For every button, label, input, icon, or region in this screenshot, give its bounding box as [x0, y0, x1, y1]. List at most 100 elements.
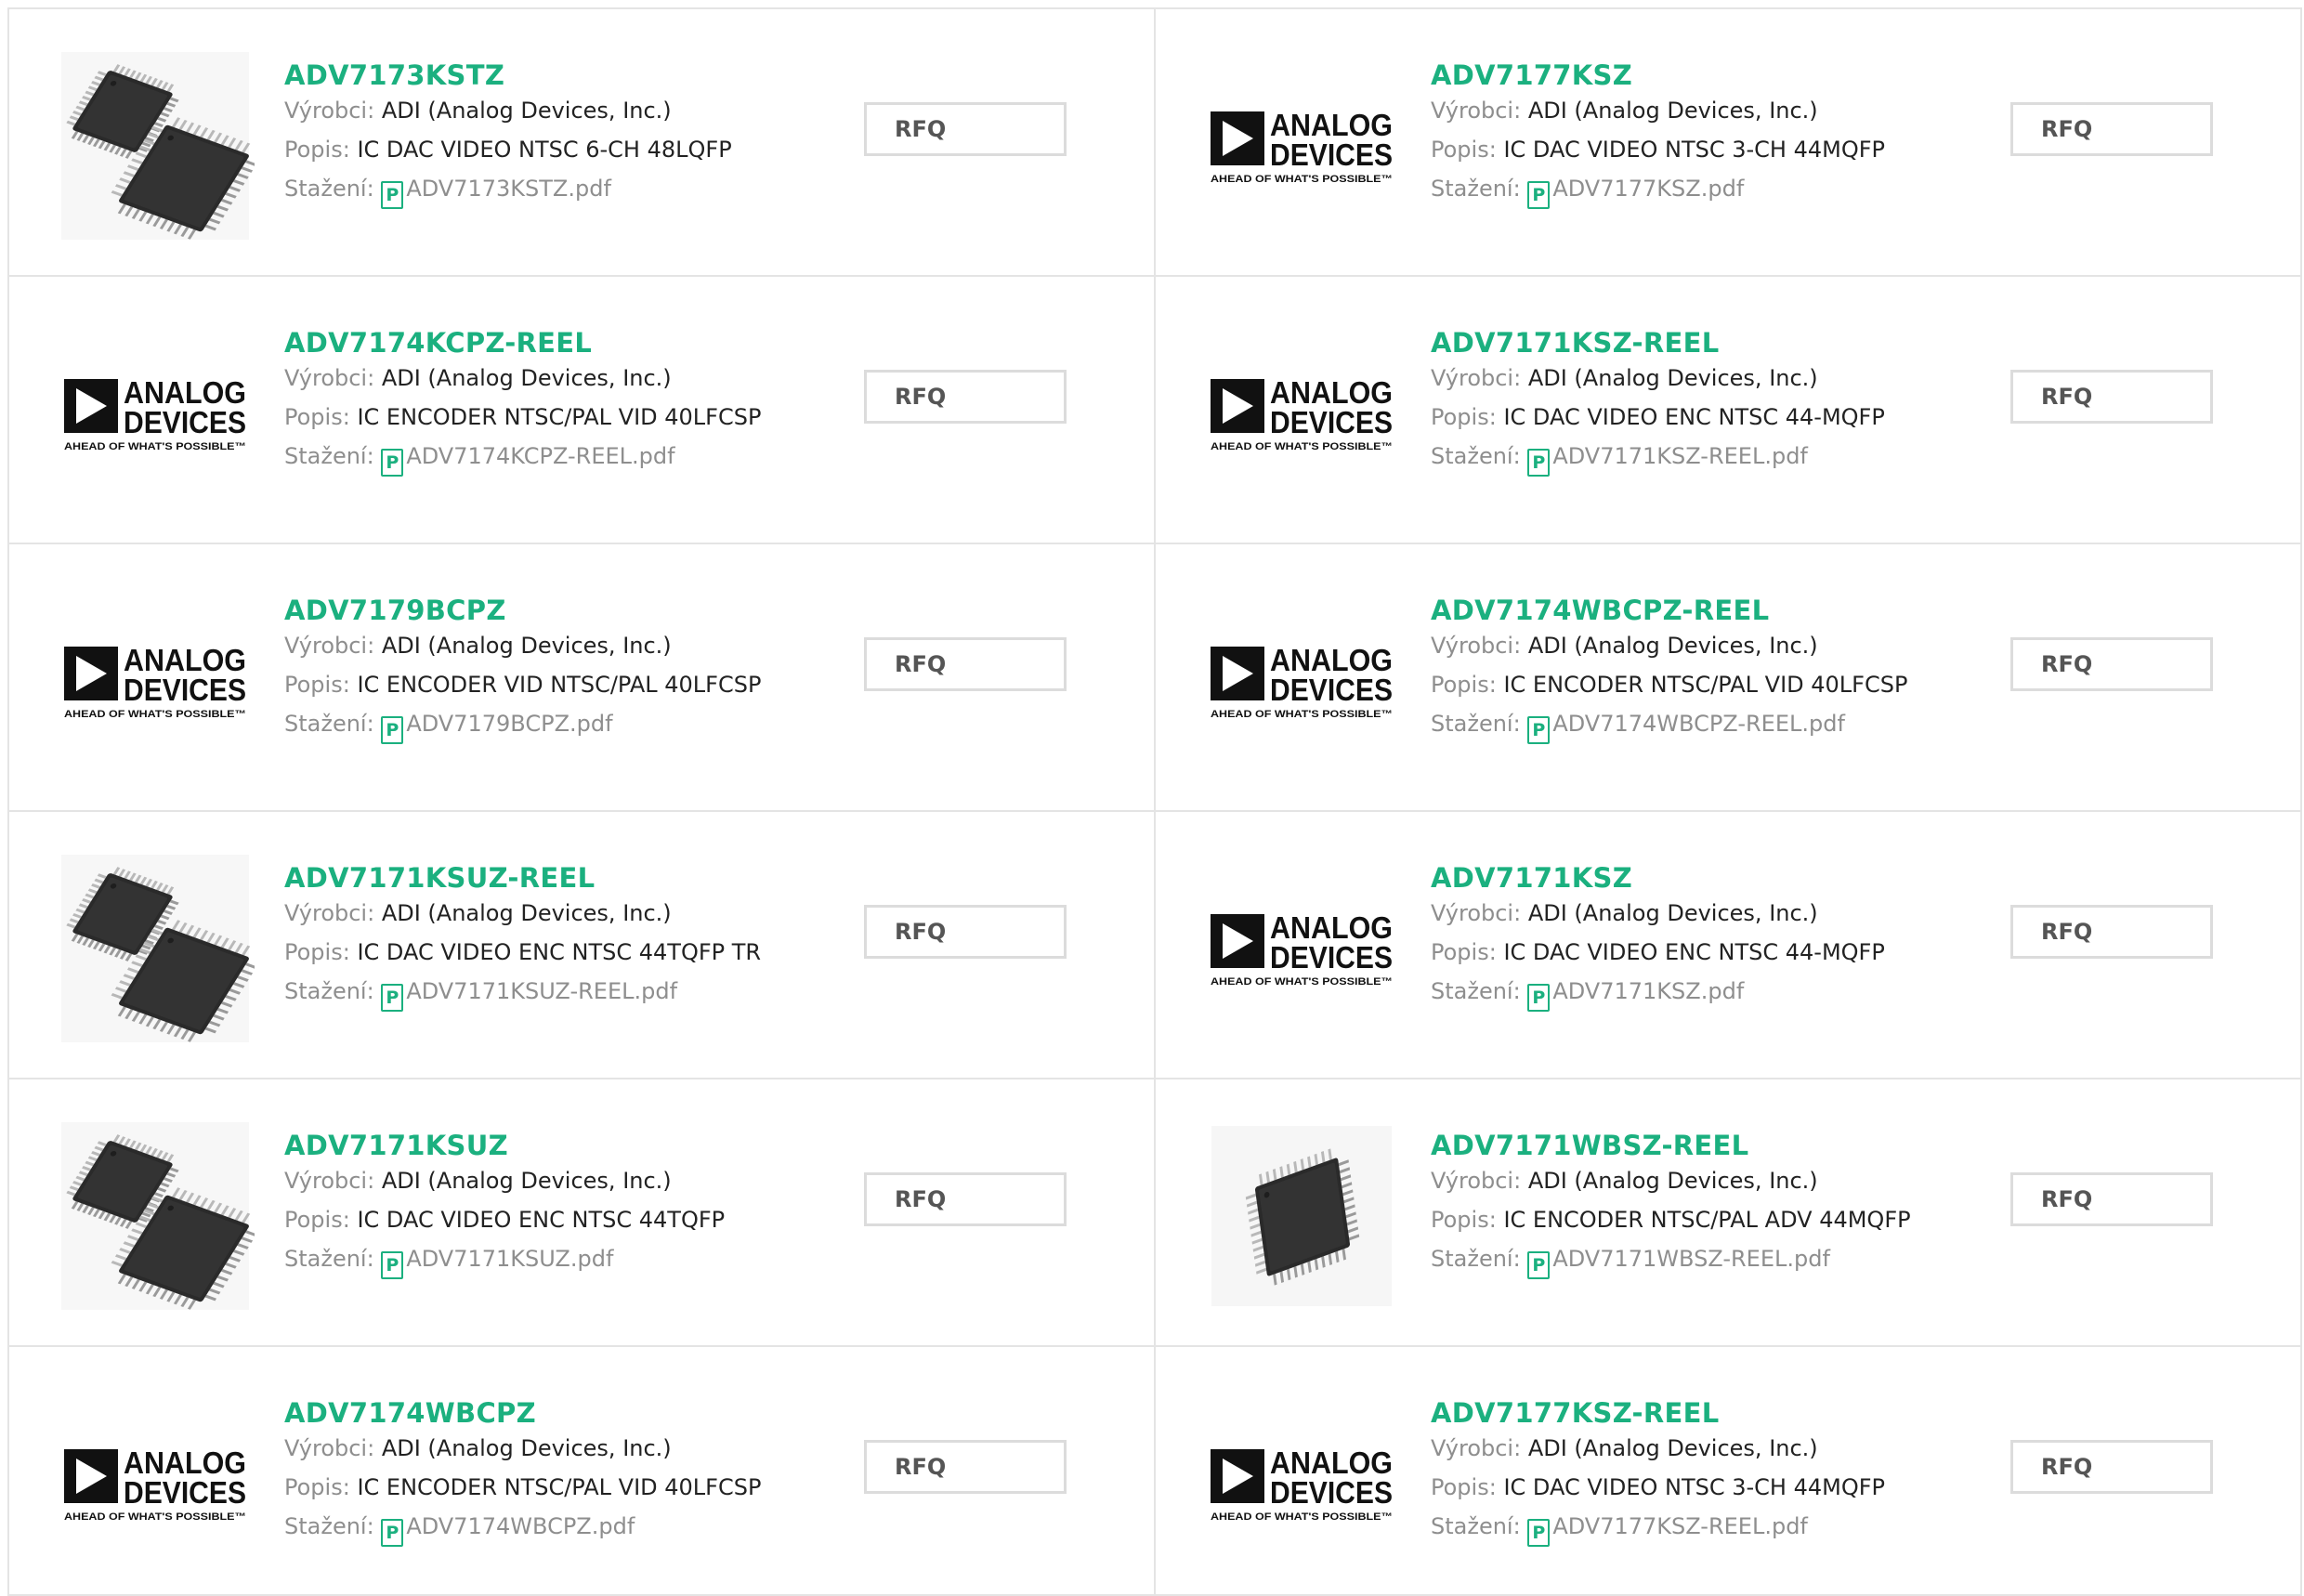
product-image[interactable] — [56, 46, 255, 245]
datasheet-link[interactable]: P ADV7171KSUZ-REEL.pdf — [381, 978, 677, 1012]
pdf-icon: P — [381, 1251, 404, 1279]
manufacturer-label: Výrobci: — [1431, 633, 1522, 659]
datasheet-link[interactable]: P ADV7177KSZ.pdf — [1527, 176, 1744, 209]
product-image[interactable]: ANALOG DEVICES AHEAD OF WHAT'S POSSIBLE™ — [56, 582, 255, 780]
product-info: ADV7171KSUZ-REEL Výrobci: ADI (Analog Dev… — [284, 862, 761, 1012]
rfq-button[interactable]: RFQ — [2010, 102, 2213, 156]
logo-tagline: AHEAD OF WHAT'S POSSIBLE™ — [1211, 441, 1393, 452]
product-image[interactable]: ANALOG DEVICES AHEAD OF WHAT'S POSSIBLE™ — [56, 1384, 255, 1583]
download-row: Stažení: P ADV7174WBCPZ.pdf — [284, 1507, 761, 1547]
datasheet-link[interactable]: P ADV7171WBSZ-REEL.pdf — [1527, 1246, 1830, 1279]
logo-tagline: AHEAD OF WHAT'S POSSIBLE™ — [64, 1511, 246, 1523]
product-title-link[interactable]: ADV7173KSTZ — [284, 59, 732, 91]
rfq-button[interactable]: RFQ — [864, 637, 1067, 691]
product-info: ADV7174WBCPZ-REEL Výrobci: ADI (Analog De… — [1431, 595, 1908, 744]
description-value: IC ENCODER NTSC/PAL ADV 44MQFP — [1503, 1207, 1911, 1233]
manufacturer-row: Výrobci: ADI (Analog Devices, Inc.) — [284, 894, 761, 933]
product-title-link[interactable]: ADV7171KSZ — [1431, 862, 1885, 894]
product-title-link[interactable]: ADV7177KSZ — [1431, 59, 1885, 91]
product-title-link[interactable]: ADV7171WBSZ-REEL — [1431, 1130, 1911, 1161]
analog-devices-logo: ANALOGDEVICESAHEAD OF WHAT'S POSSIBLE™ — [1211, 643, 1393, 720]
download-row: Stažení: P ADV7171KSUZ.pdf — [284, 1239, 725, 1279]
logo-line2: DEVICES — [1270, 1475, 1393, 1510]
download-label: Stažení: — [1431, 443, 1521, 469]
datasheet-link[interactable]: P ADV7174WBCPZ-REEL.pdf — [1527, 711, 1845, 744]
product-title-link[interactable]: ADV7171KSUZ-REEL — [284, 862, 761, 894]
product-image[interactable]: ANALOG DEVICES AHEAD OF WHAT'S POSSIBLE™ — [1202, 849, 1401, 1048]
manufacturer-row: Výrobci: ADI (Analog Devices, Inc.) — [284, 1161, 725, 1200]
description-label: Popis: — [1431, 137, 1497, 163]
manufacturer-value: ADI (Analog Devices, Inc.) — [1527, 98, 1818, 124]
rfq-button[interactable]: RFQ — [2010, 370, 2213, 424]
manufacturer-row: Výrobci: ADI (Analog Devices, Inc.) — [1431, 359, 1885, 398]
product-title-link[interactable]: ADV7174KCPZ-REEL — [284, 327, 761, 359]
product-card: ADV7173KSTZ Výrobci: ADI (Analog Devices,… — [7, 7, 1156, 277]
download-row: Stažení: P ADV7177KSZ-REEL.pdf — [1431, 1507, 1885, 1547]
rfq-button[interactable]: RFQ — [864, 1440, 1067, 1494]
product-image[interactable] — [56, 1117, 255, 1315]
product-info: ADV7177KSZ-REEL Výrobci: ADI (Analog Devi… — [1431, 1397, 1886, 1547]
product-title-link[interactable]: ADV7177KSZ-REEL — [1431, 1397, 1885, 1429]
datasheet-link[interactable]: P ADV7171KSZ-REEL.pdf — [1527, 443, 1808, 477]
product-image[interactable]: ANALOG DEVICES AHEAD OF WHAT'S POSSIBLE™ — [1202, 314, 1401, 513]
description-row: Popis: IC ENCODER NTSC/PAL ADV 44MQFP — [1431, 1200, 1911, 1239]
datasheet-link[interactable]: P ADV7177KSZ-REEL.pdf — [1527, 1513, 1808, 1547]
manufacturer-row: Výrobci: ADI (Analog Devices, Inc.) — [1431, 91, 1885, 130]
datasheet-link[interactable]: P ADV7179BCPZ.pdf — [381, 711, 613, 744]
download-row: Stažení: P ADV7173KSTZ.pdf — [284, 169, 732, 209]
product-image[interactable]: ANALOG DEVICES AHEAD OF WHAT'S POSSIBLE™ — [1202, 1384, 1401, 1583]
rfq-button[interactable]: RFQ — [2010, 637, 2213, 691]
product-title-link[interactable]: ADV7171KSUZ — [284, 1130, 725, 1161]
product-image[interactable] — [56, 849, 255, 1048]
datasheet-link[interactable]: P ADV7173KSTZ.pdf — [381, 176, 611, 209]
manufacturer-row: Výrobci: ADI (Analog Devices, Inc.) — [284, 1429, 761, 1468]
rfq-button[interactable]: RFQ — [2010, 1440, 2213, 1494]
manufacturer-value: ADI (Analog Devices, Inc.) — [381, 633, 672, 659]
manufacturer-label: Výrobci: — [284, 98, 375, 124]
analog-devices-logo: ANALOGDEVICESAHEAD OF WHAT'S POSSIBLE™ — [1211, 1446, 1393, 1523]
datasheet-link[interactable]: P ADV7174KCPZ-REEL.pdf — [381, 443, 675, 477]
rfq-button[interactable]: RFQ — [2010, 905, 2213, 959]
description-row: Popis: IC DAC VIDEO NTSC 6-CH 48LQFP — [284, 130, 732, 169]
datasheet-link[interactable]: P ADV7174WBCPZ.pdf — [381, 1513, 635, 1547]
product-title-link[interactable]: ADV7171KSZ-REEL — [1431, 327, 1885, 359]
product-image[interactable]: ANALOG DEVICES AHEAD OF WHAT'S POSSIBLE™ — [56, 314, 255, 513]
rfq-button[interactable]: RFQ — [864, 905, 1067, 959]
rfq-button[interactable]: RFQ — [864, 1172, 1067, 1226]
description-value: IC ENCODER NTSC/PAL VID 40LFCSP — [1503, 672, 1908, 698]
analog-devices-logo: ANALOGDEVICESAHEAD OF WHAT'S POSSIBLE™ — [64, 375, 246, 452]
product-image[interactable]: ANALOG DEVICES AHEAD OF WHAT'S POSSIBLE™ — [1202, 582, 1401, 780]
manufacturer-row: Výrobci: ADI (Analog Devices, Inc.) — [1431, 894, 1885, 933]
product-title-link[interactable]: ADV7174WBCPZ-REEL — [1431, 595, 1907, 626]
product-title-link[interactable]: ADV7179BCPZ — [284, 595, 761, 626]
datasheet-link[interactable]: P ADV7171KSZ.pdf — [1527, 978, 1744, 1012]
product-card: ADV7171WBSZ-REEL Výrobci: ADI (Analog Dev… — [1154, 1078, 2302, 1347]
logo-tagline: AHEAD OF WHAT'S POSSIBLE™ — [1211, 1511, 1393, 1523]
product-image[interactable]: ANALOG DEVICES AHEAD OF WHAT'S POSSIBLE™ — [1202, 46, 1401, 245]
manufacturer-label: Výrobci: — [284, 365, 375, 391]
description-label: Popis: — [1431, 939, 1497, 965]
product-grid: ADV7173KSTZ Výrobci: ADI (Analog Devices,… — [0, 0, 2304, 1596]
logo-tagline: AHEAD OF WHAT'S POSSIBLE™ — [1211, 976, 1393, 988]
description-value: IC DAC VIDEO ENC NTSC 44-MQFP — [1503, 939, 1885, 965]
manufacturer-row: Výrobci: ADI (Analog Devices, Inc.) — [284, 626, 761, 665]
description-label: Popis: — [284, 1207, 350, 1233]
download-label: Stažení: — [1431, 1513, 1521, 1539]
datasheet-filename: ADV7171KSUZ.pdf — [406, 1246, 614, 1272]
logo-line2: DEVICES — [124, 1475, 246, 1510]
product-image[interactable] — [1202, 1117, 1401, 1315]
description-value: IC DAC VIDEO NTSC 3-CH 44MQFP — [1503, 1474, 1886, 1500]
analog-devices-logo: ANALOGDEVICESAHEAD OF WHAT'S POSSIBLE™ — [1211, 108, 1393, 185]
manufacturer-label: Výrobci: — [284, 633, 375, 659]
logo-tagline: AHEAD OF WHAT'S POSSIBLE™ — [64, 709, 246, 720]
chip-pair-icon — [61, 52, 255, 240]
rfq-button[interactable]: RFQ — [864, 102, 1067, 156]
rfq-button[interactable]: RFQ — [2010, 1172, 2213, 1226]
datasheet-link[interactable]: P ADV7171KSUZ.pdf — [381, 1246, 614, 1279]
description-label: Popis: — [284, 137, 350, 163]
rfq-button[interactable]: RFQ — [864, 370, 1067, 424]
product-title-link[interactable]: ADV7174WBCPZ — [284, 1397, 761, 1429]
datasheet-filename: ADV7174KCPZ-REEL.pdf — [406, 443, 675, 469]
description-row: Popis: IC DAC VIDEO ENC NTSC 44-MQFP — [1431, 933, 1885, 972]
description-label: Popis: — [284, 672, 350, 698]
